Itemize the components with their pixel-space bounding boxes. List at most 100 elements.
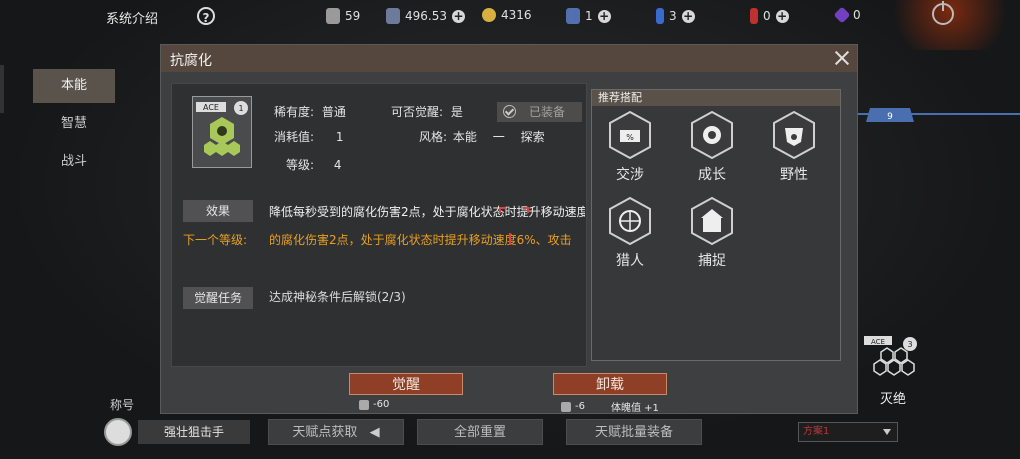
- trait-label: 捕捉: [698, 253, 726, 269]
- trait-label: 成长: [698, 167, 726, 183]
- level-label: 等级:: [286, 158, 315, 172]
- sidebar-edge: [0, 65, 4, 113]
- system-intro-link[interactable]: 系统介绍: [106, 8, 158, 27]
- card-icon: [386, 8, 400, 24]
- title-name[interactable]: 强壮狙击手: [138, 420, 250, 444]
- gem-icon: [561, 401, 571, 412]
- resource-ammo: 59: [326, 8, 360, 24]
- extinction-talent-icon[interactable]: ACE 3: [862, 334, 922, 378]
- unload-cost: -6 体魄值 +1: [561, 399, 659, 414]
- negotiation-icon: %: [609, 110, 651, 160]
- unload-cost-value: -6: [575, 401, 585, 412]
- equipped-toggle[interactable]: 已装备: [497, 102, 582, 122]
- rarity-value: 普通: [321, 105, 346, 119]
- next-level-text: 的腐化伤害2点，处于腐化状态时提升移动速度6%、攻击: [269, 233, 572, 247]
- style-row: 风格: 本能 一 探索: [419, 128, 545, 145]
- svg-text:3: 3: [907, 340, 912, 349]
- awaken-cost-value: -60: [373, 399, 390, 410]
- resource-ticket: 1 +: [566, 8, 611, 24]
- style-value-2: 探索: [520, 130, 545, 144]
- effect-text: 降低每秒受到的腐化伤害2点，处于腐化状态时提升移动速度: [269, 205, 585, 219]
- svg-text:%: %: [626, 133, 634, 142]
- add-icon[interactable]: +: [452, 9, 465, 23]
- trait-hunter[interactable]: 猎人: [600, 196, 660, 270]
- title-label: 称号: [110, 398, 135, 412]
- svg-text:ACE: ACE: [203, 103, 219, 112]
- add-icon[interactable]: +: [597, 9, 611, 23]
- awaken-cost: -60: [359, 399, 389, 410]
- sidebar-item-wisdom[interactable]: 智慧: [33, 107, 115, 141]
- awaken-task-label: 觉醒任务: [183, 287, 253, 309]
- resource-crystal: 0: [833, 6, 861, 24]
- awaken-button[interactable]: 觉醒: [349, 373, 463, 395]
- help-icon[interactable]: ?: [197, 7, 215, 25]
- red-potion-icon: [750, 8, 758, 24]
- dialog-header: 抗腐化: [161, 45, 857, 72]
- talent-get-button[interactable]: 天赋点获取 ◀: [268, 419, 404, 445]
- resource-card: 496.53 +: [386, 8, 465, 24]
- title-badge-icon[interactable]: [104, 418, 132, 446]
- talent-get-label: 天赋点获取: [292, 425, 358, 440]
- resource-value: 3: [669, 9, 677, 23]
- power-icon[interactable]: [932, 1, 954, 25]
- resource-coin: 4316: [482, 8, 532, 22]
- growth-icon: [691, 110, 733, 160]
- hunter-icon: [609, 196, 651, 246]
- chevron-left-icon: ◀: [369, 425, 380, 440]
- level-row: 等级: 4: [286, 156, 342, 173]
- batch-equip-button[interactable]: 天赋批量装备: [566, 419, 702, 445]
- trait-label: 交涉: [616, 167, 644, 183]
- ammo-icon: [326, 8, 340, 24]
- wild-icon: [773, 110, 815, 160]
- recommend-title: 推荐搭配: [592, 90, 840, 106]
- reset-all-button[interactable]: 全部重置: [417, 419, 543, 445]
- chevron-down-icon: [883, 429, 891, 435]
- sidebar-item-instinct[interactable]: 本能: [33, 69, 115, 103]
- cost-label: 消耗值:: [274, 130, 315, 144]
- awaken-label: 可否觉醒:: [391, 105, 444, 119]
- cost-row: 消耗值: 1: [274, 128, 344, 145]
- level-value: 4: [333, 158, 342, 172]
- awaken-task-text: 达成神秘条件后解锁(2/3): [269, 290, 406, 304]
- scheme-value: 方案1: [803, 426, 830, 437]
- resource-blue-potion: 3 +: [656, 8, 695, 24]
- cost-value: 1: [335, 130, 344, 144]
- sidebar-item-combat[interactable]: 战斗: [33, 145, 115, 179]
- trait-negotiation[interactable]: % 交涉: [600, 110, 660, 184]
- rarity-label: 稀有度:: [274, 105, 315, 119]
- next-level-label: 下一个等级:: [183, 233, 248, 247]
- crosshair-icon: [499, 207, 529, 245]
- style-label: 风格:: [419, 130, 448, 144]
- trait-capture[interactable]: 捕捉: [682, 196, 742, 270]
- resource-value: 1: [585, 9, 593, 23]
- top-bar: 系统介绍 ? 59 496.53 + 4316 1 + 3 + 0 + 0: [0, 0, 1020, 34]
- resource-value: 0: [853, 8, 861, 22]
- gem-icon: [359, 399, 369, 410]
- blue-potion-icon: [656, 8, 664, 24]
- scheme-select[interactable]: 方案1: [798, 422, 898, 442]
- coin-icon: [482, 8, 496, 22]
- check-icon: [503, 105, 516, 118]
- trait-growth[interactable]: 成长: [682, 110, 742, 184]
- effect-label: 效果: [183, 200, 253, 222]
- trait-wild[interactable]: 野性: [764, 110, 824, 184]
- awaken-row: 可否觉醒: 是: [391, 103, 463, 120]
- capture-icon: [691, 196, 733, 246]
- stamina-text: 体魄值 +1: [610, 403, 659, 414]
- dialog-title: 抗腐化: [170, 53, 212, 69]
- close-icon[interactable]: [833, 49, 851, 67]
- anti-corruption-skill-icon: ACE 1: [192, 96, 252, 168]
- unload-button[interactable]: 卸载: [553, 373, 667, 395]
- crystal-icon: [833, 6, 851, 24]
- add-icon[interactable]: +: [681, 9, 695, 23]
- resource-red-potion: 0 +: [750, 8, 789, 24]
- awaken-value: 是: [450, 105, 463, 119]
- recommend-panel: 推荐搭配 % 交涉 成长 野性 猎人 捕捉: [591, 89, 841, 361]
- svg-text:ACE: ACE: [871, 338, 885, 346]
- add-icon[interactable]: +: [775, 9, 789, 23]
- level-bar: 9: [840, 108, 1020, 122]
- style-value-1: 本能: [452, 130, 477, 144]
- trait-label: 猎人: [616, 253, 644, 269]
- ticket-icon: [566, 8, 580, 24]
- talent-detail-dialog: 抗腐化 ACE 1 稀有度: 普通 可否觉醒: 是 已装备 消耗值: 1 风格:…: [160, 44, 858, 414]
